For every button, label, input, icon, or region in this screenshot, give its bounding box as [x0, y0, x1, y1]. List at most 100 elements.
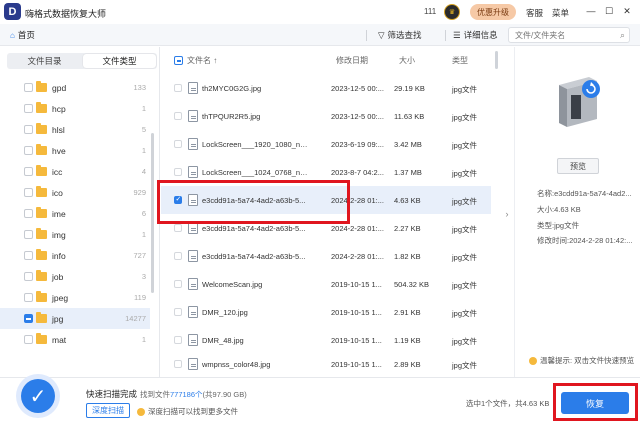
search-input[interactable] — [509, 28, 609, 42]
menu-link[interactable]: 菜单 — [552, 7, 569, 19]
filter-button[interactable]: ▽ 筛选查找 — [378, 28, 422, 42]
folder-row[interactable]: mat 1 — [0, 329, 150, 350]
row-checkbox[interactable] — [174, 168, 182, 176]
table-row[interactable]: th2MYC0G2G.jpg 2023-12-5 00:... 29.19 KB… — [161, 74, 491, 102]
tab-file-directory[interactable]: 文件目录 — [8, 54, 81, 68]
folder-row[interactable]: ico 929 — [0, 182, 150, 203]
scan-status-title: 快速扫描完成 — [86, 389, 138, 399]
folder-checkbox[interactable] — [24, 104, 33, 113]
file-date: 2023-12-5 00:... — [331, 112, 384, 121]
home-tab[interactable]: ⌂ 首页 — [10, 28, 35, 42]
folder-count: 3 — [141, 272, 146, 281]
chevron-right-icon[interactable]: › — [502, 204, 512, 224]
folder-count: 133 — [133, 83, 146, 92]
row-checkbox[interactable] — [174, 308, 182, 316]
column-header-type[interactable]: 类型 — [452, 55, 468, 66]
meta-modified: 修改时间:2024-2-28 01:42:... — [537, 236, 633, 245]
hard-drive-icon — [559, 77, 600, 127]
details-button[interactable]: ☰ 详细信息 — [453, 28, 498, 42]
table-row[interactable]: LockScreen___1920_1080_not... 2023-6-19 … — [161, 130, 491, 158]
table-row[interactable]: e3cdd91a-5a74-4ad2-a63b-5... 2024-2-28 0… — [161, 242, 491, 270]
row-checkbox[interactable] — [174, 336, 182, 344]
highlight-recover-button — [553, 383, 638, 421]
upgrade-button[interactable]: 优惠升级 — [470, 4, 516, 20]
folder-checkbox[interactable] — [24, 272, 33, 281]
row-checkbox[interactable] — [174, 280, 182, 288]
column-header-name[interactable]: 文件名 ↑ — [187, 55, 217, 66]
close-icon[interactable]: ✕ — [621, 5, 633, 17]
folder-checkbox[interactable] — [24, 188, 33, 197]
search-icon[interactable]: ⌕ — [620, 30, 625, 41]
row-checkbox[interactable] — [174, 360, 182, 368]
file-type: jpg文件 — [452, 169, 478, 178]
table-header: 文件名 ↑ 修改日期 大小 类型 — [161, 53, 491, 69]
folder-checkbox[interactable] — [24, 146, 33, 155]
folder-row[interactable]: icc 4 — [0, 161, 150, 182]
column-header-size[interactable]: 大小 — [399, 55, 415, 66]
table-row[interactable]: DMR_120.jpg 2019-10-15 1... 2.91 KB jpg文… — [161, 298, 491, 326]
preview-button[interactable]: 预览 — [557, 158, 599, 174]
file-icon — [188, 334, 198, 346]
support-link[interactable]: 客服 — [526, 7, 543, 19]
file-size: 11.63 KB — [394, 112, 425, 121]
folder-checkbox[interactable] — [24, 83, 33, 92]
folder-row[interactable]: hve 1 — [0, 140, 150, 161]
details-label: 详细信息 — [463, 30, 498, 40]
file-date: 2024-2-28 01:... — [331, 252, 384, 261]
folder-row[interactable]: info 727 — [0, 245, 150, 266]
folder-icon — [36, 333, 47, 344]
folder-icon — [36, 144, 47, 155]
file-name: th2MYC0G2G.jpg — [202, 84, 262, 93]
row-checkbox[interactable] — [174, 252, 182, 260]
file-size: 1.82 KB — [394, 252, 421, 261]
app-title: 嗨格式数据恢复大师 — [25, 9, 107, 19]
row-checkbox[interactable] — [174, 84, 182, 92]
deep-scan-button[interactable]: 深度扫描 — [86, 403, 130, 418]
meta-size: 大小:4.63 KB — [537, 205, 581, 214]
minimize-icon[interactable]: — — [585, 5, 597, 17]
folder-row-selected[interactable]: jpg 14277 — [0, 308, 150, 329]
file-type: jpg文件 — [452, 113, 478, 122]
folder-checkbox[interactable] — [24, 293, 33, 302]
maximize-icon[interactable]: ☐ — [603, 5, 615, 17]
folder-row[interactable]: job 3 — [0, 266, 150, 287]
column-header-date[interactable]: 修改日期 — [336, 55, 368, 66]
folder-row[interactable]: jpeg 119 — [0, 287, 150, 308]
file-name: DMR_48.jpg — [202, 336, 244, 345]
table-row[interactable]: WelcomeScan.jpg 2019-10-15 1... 504.32 K… — [161, 270, 491, 298]
folder-scrollbar[interactable] — [151, 133, 154, 293]
folder-row[interactable]: hcp 1 — [0, 98, 150, 119]
table-scrollbar[interactable] — [495, 51, 498, 69]
folder-checkbox[interactable] — [24, 251, 33, 260]
file-type: jpg文件 — [452, 337, 478, 346]
row-checkbox[interactable] — [174, 224, 182, 232]
search-box[interactable]: ⌕ — [508, 27, 630, 43]
table-row[interactable]: wmpnss_color48.jpg 2019-10-15 1... 2.89 … — [161, 350, 491, 378]
folder-checkbox[interactable] — [24, 335, 33, 344]
row-checkbox[interactable] — [174, 112, 182, 120]
folder-checkbox[interactable] — [24, 125, 33, 134]
table-row[interactable]: thTPQUR2R5.jpg 2023-12-5 00:... 11.63 KB… — [161, 102, 491, 130]
folder-checkbox[interactable] — [24, 314, 33, 323]
vip-avatar-icon[interactable]: ♛ — [444, 4, 460, 20]
lightbulb-icon — [529, 356, 537, 365]
file-type: jpg文件 — [452, 253, 478, 262]
folder-name: icc — [52, 166, 63, 177]
folder-row[interactable]: ime 6 — [0, 203, 150, 224]
folder-checkbox[interactable] — [24, 209, 33, 218]
row-checkbox[interactable] — [174, 140, 182, 148]
notification-count[interactable]: 111 — [424, 7, 436, 16]
file-size: 3.42 MB — [394, 140, 422, 149]
folder-checkbox[interactable] — [24, 167, 33, 176]
details-icon: ☰ — [453, 29, 461, 40]
folder-row[interactable]: gpd 133 — [0, 77, 150, 98]
folder-row[interactable]: hlsl 5 — [0, 119, 150, 140]
select-all-checkbox[interactable] — [174, 56, 183, 65]
folder-row[interactable]: img 1 — [0, 224, 150, 245]
tab-file-type[interactable]: 文件类型 — [83, 54, 156, 68]
folder-icon — [36, 186, 47, 197]
folder-name: info — [52, 250, 66, 261]
folder-icon — [36, 123, 47, 134]
column-header-name-label: 文件名 — [187, 56, 211, 65]
folder-checkbox[interactable] — [24, 230, 33, 239]
